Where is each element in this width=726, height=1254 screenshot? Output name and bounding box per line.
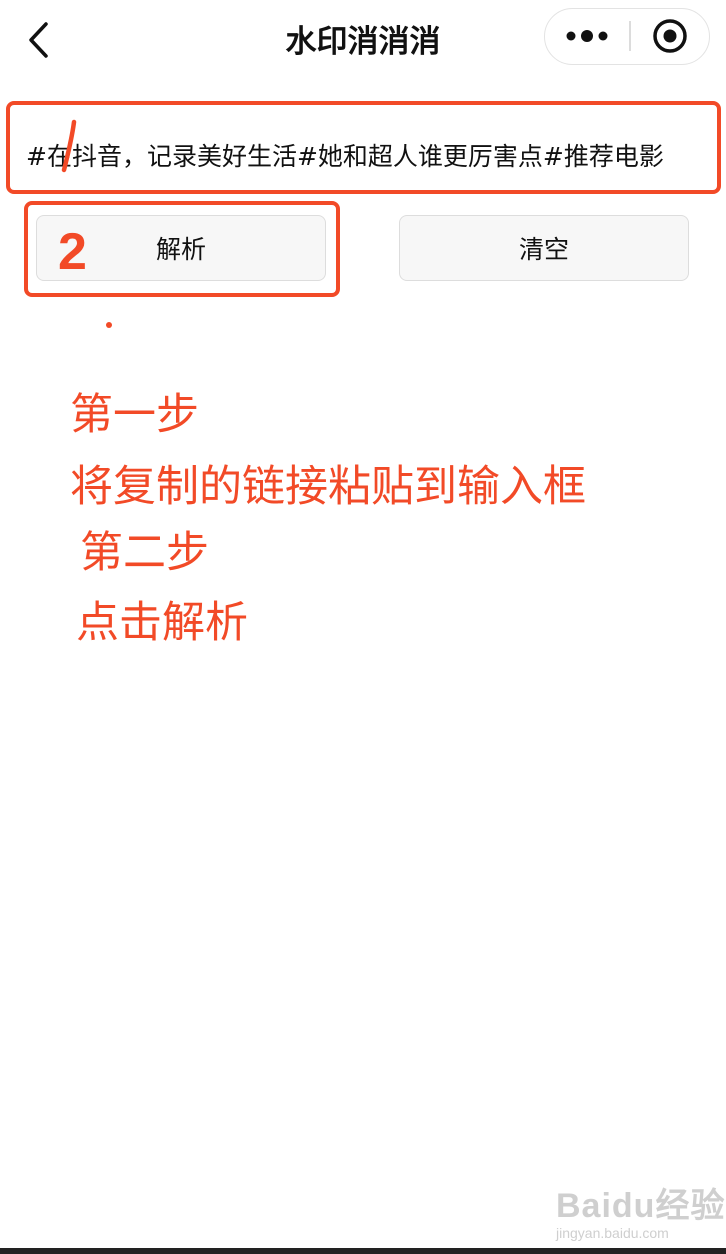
more-button[interactable] — [545, 9, 629, 63]
chevron-left-icon — [29, 22, 48, 58]
step2-title: 第二步 — [80, 528, 209, 578]
step2-text: 点击解析 — [76, 598, 248, 648]
parse-button[interactable]: 解析 — [36, 215, 326, 281]
close-button[interactable] — [631, 9, 709, 63]
back-button[interactable] — [22, 18, 58, 62]
link-input-container — [10, 114, 716, 196]
clear-button[interactable]: 清空 — [399, 215, 689, 281]
step1-title: 第一步 — [70, 390, 199, 440]
bottom-edge — [0, 1248, 726, 1254]
watermark-url: jingyan.baidu.com — [556, 1225, 669, 1241]
mini-program-capsule — [544, 8, 710, 65]
baidu-watermark: Baidu经验 jingyan.baidu.com — [556, 1178, 725, 1241]
annotation-dot — [106, 322, 112, 328]
more-dots-icon — [566, 30, 608, 42]
nav-bar: 水印消消消 — [0, 0, 726, 78]
watermark-brand: Baidu经验 — [556, 1187, 726, 1225]
step1-text: 将复制的链接粘贴到输入框 — [70, 462, 586, 512]
target-circle-icon — [653, 19, 687, 53]
link-input[interactable] — [10, 114, 716, 196]
